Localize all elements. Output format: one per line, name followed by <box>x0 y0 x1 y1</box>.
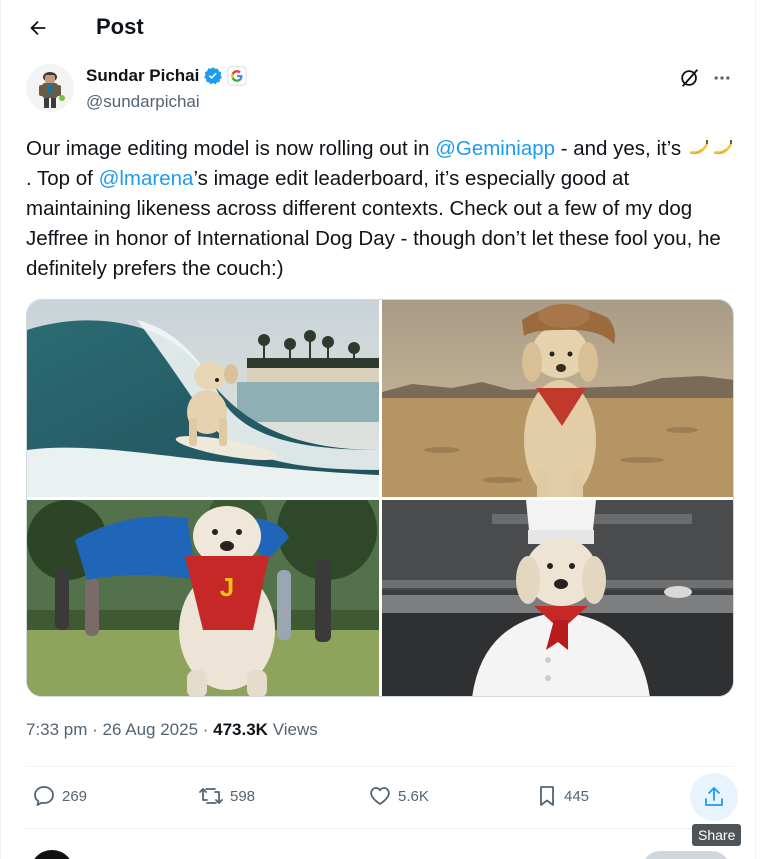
author-name-row: Sundar Pichai <box>86 66 247 86</box>
post-meta: 7:33 pm · 26 Aug 2025 · 473.3K Views <box>26 720 318 740</box>
media-image-cowboy-dog[interactable] <box>382 300 733 497</box>
author-name[interactable]: Sundar Pichai <box>86 66 199 86</box>
bookmark-icon <box>540 786 554 806</box>
svg-text:J: J <box>220 572 234 602</box>
verified-badge-icon <box>204 67 223 85</box>
post-date[interactable]: 26 Aug 2025 <box>103 720 198 739</box>
share-tooltip: Share <box>692 824 742 846</box>
author-block: Sundar Pichai @sundarpichai <box>26 62 738 118</box>
meta-separator: · <box>198 720 214 739</box>
mention-link[interactable]: @Geminiapp <box>435 137 555 160</box>
arrow-left-icon <box>30 20 46 36</box>
more-options-button[interactable] <box>708 64 736 92</box>
more-horizontal-icon <box>714 76 730 80</box>
page-title: Post <box>96 14 144 39</box>
reply-icon <box>34 786 54 806</box>
banana-emoji-icon <box>713 140 732 155</box>
banana-emoji-icon <box>689 140 708 155</box>
tweet-text-segment: Our image editing model is now rolling o… <box>26 137 436 160</box>
media-image-chef-dog[interactable] <box>382 500 733 696</box>
post-header: Post <box>0 0 756 56</box>
repost-count: 598 <box>230 787 256 805</box>
repost-button[interactable]: 598 <box>198 784 255 808</box>
repost-icon <box>199 788 223 804</box>
like-button[interactable]: 5.6K <box>368 784 429 808</box>
share-button[interactable] <box>690 773 738 821</box>
reply-button[interactable]: 269 <box>32 784 87 808</box>
author-handle[interactable]: @sundarpichai <box>86 92 200 112</box>
bookmark-count: 445 <box>564 787 590 805</box>
divider <box>26 766 734 767</box>
tweet-text: Our image editing model is now rolling o… <box>26 134 738 284</box>
tweet-text-segment: . Top of <box>26 167 99 190</box>
meta-separator: · <box>87 720 103 739</box>
grok-icon <box>681 69 699 87</box>
bookmark-button[interactable]: 445 <box>536 784 589 808</box>
views-label: Views <box>267 720 318 739</box>
reply-submit-button[interactable] <box>642 851 730 859</box>
media-image-superhero-dog[interactable]: J <box>27 500 379 696</box>
back-button[interactable] <box>20 10 56 46</box>
avatar[interactable] <box>26 64 74 112</box>
like-count: 5.6K <box>398 787 429 805</box>
tweet-text-segment: - and yes, it’s <box>555 137 687 160</box>
heart-icon <box>370 787 390 805</box>
post-time[interactable]: 7:33 pm <box>26 720 87 739</box>
media-grid: J <box>26 299 734 697</box>
google-logo-icon <box>227 66 247 86</box>
divider <box>26 828 734 829</box>
views-count: 473.3K <box>213 720 268 739</box>
grok-button[interactable] <box>678 66 702 90</box>
action-bar: 269 598 5.6K 445 <box>26 770 738 826</box>
reply-count: 269 <box>62 787 88 805</box>
mention-link[interactable]: @lmarena <box>99 167 194 190</box>
share-icon <box>705 787 723 806</box>
media-image-surfing-dog[interactable] <box>27 300 379 497</box>
